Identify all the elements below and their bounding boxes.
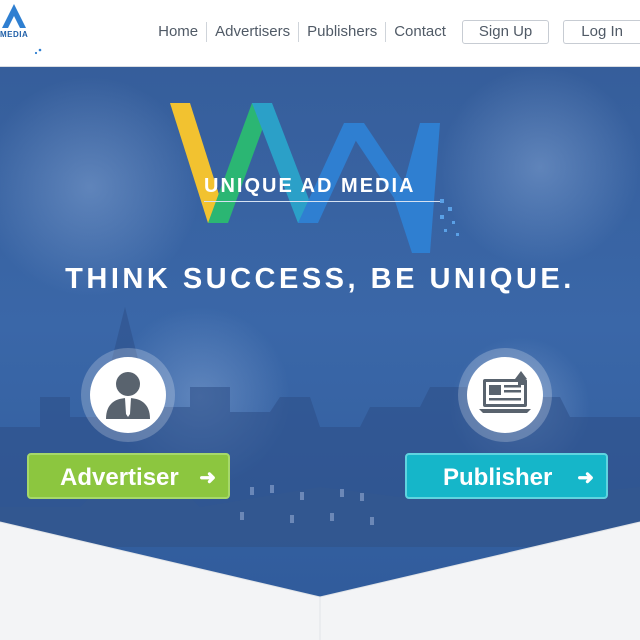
main-nav: Home Advertisers Publishers Contact Sign…: [150, 20, 640, 44]
laptop-browser-icon: [479, 371, 531, 413]
hero-tagline: THINK SUCCESS, BE UNIQUE.: [65, 263, 575, 295]
nav-advertisers[interactable]: Advertisers: [207, 21, 298, 43]
site-logo[interactable]: MEDIA: [0, 0, 48, 62]
publisher-button-label: Publisher: [443, 464, 553, 491]
arrow-right-icon: ➜: [199, 467, 216, 489]
logo-text: MEDIA: [0, 30, 29, 39]
signup-button[interactable]: Sign Up: [461, 20, 550, 44]
brand-underline: [204, 201, 440, 202]
nav-contact[interactable]: Contact: [386, 21, 454, 43]
advertiser-icon-circle: [81, 348, 175, 442]
publisher-button[interactable]: Publisher ➜: [405, 453, 608, 499]
businessman-icon: [106, 372, 150, 419]
publisher-icon-circle: [458, 348, 552, 442]
advertiser-button[interactable]: Advertiser ➜: [27, 453, 230, 499]
brand-name: UNIQUE AD MEDIA: [204, 175, 416, 197]
arrow-right-icon: ➜: [577, 467, 594, 489]
login-button[interactable]: Log In: [563, 20, 640, 44]
hero-section: UNIQUE AD MEDIA THINK SUCCESS, BE UNIQUE…: [0, 67, 640, 640]
nav-home[interactable]: Home: [150, 21, 206, 43]
site-header: MEDIA Home Advertisers Publishers Contac…: [0, 0, 640, 67]
advertiser-button-label: Advertiser: [60, 464, 179, 491]
nav-publishers[interactable]: Publishers: [299, 21, 385, 43]
